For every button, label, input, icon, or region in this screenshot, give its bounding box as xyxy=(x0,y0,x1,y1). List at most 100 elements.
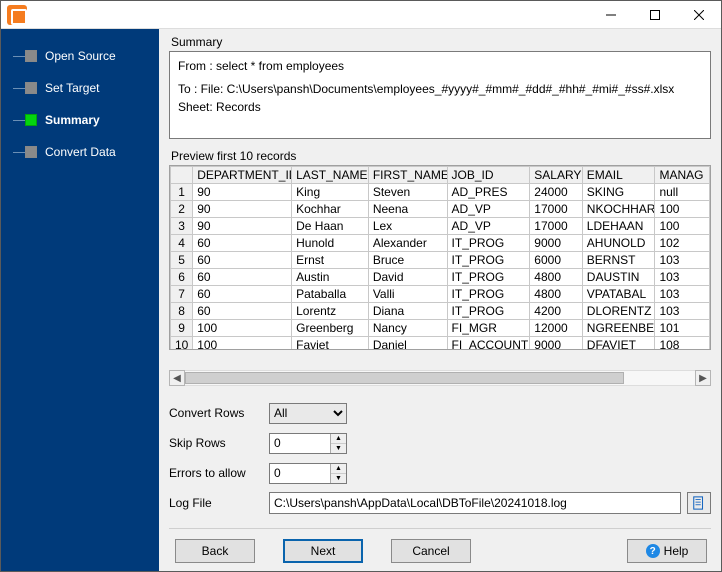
cell[interactable]: 4800 xyxy=(530,269,582,286)
table-row[interactable]: 860LorentzDianaIT_PROG4200DLORENTZ103 xyxy=(171,303,710,320)
cell[interactable]: Lorentz xyxy=(292,303,369,320)
minimize-button[interactable] xyxy=(589,1,633,29)
browse-log-button[interactable] xyxy=(687,492,711,514)
cell[interactable]: 17000 xyxy=(530,218,582,235)
cell[interactable]: De Haan xyxy=(292,218,369,235)
cell[interactable]: 100 xyxy=(193,337,292,351)
cell[interactable]: 24000 xyxy=(530,184,582,201)
spin-up-icon[interactable]: ▲ xyxy=(331,434,346,444)
cell[interactable]: 103 xyxy=(655,269,710,286)
scroll-track[interactable] xyxy=(185,370,695,386)
cell[interactable]: 90 xyxy=(193,184,292,201)
spin-down-icon[interactable]: ▼ xyxy=(331,474,346,483)
cell[interactable]: DFAVIET xyxy=(582,337,655,351)
cell[interactable]: NGREENBE xyxy=(582,320,655,337)
back-button[interactable]: Back xyxy=(175,539,255,563)
column-header[interactable]: JOB_ID xyxy=(447,167,530,184)
cell[interactable]: AD_VP xyxy=(447,218,530,235)
preview-table[interactable]: DEPARTMENT_IDLAST_NAMEFIRST_NAMEJOB_IDSA… xyxy=(169,165,711,350)
cell[interactable]: 9000 xyxy=(530,235,582,252)
cell[interactable]: IT_PROG xyxy=(447,269,530,286)
cancel-button[interactable]: Cancel xyxy=(391,539,471,563)
cell[interactable]: King xyxy=(292,184,369,201)
cell[interactable]: DAUSTIN xyxy=(582,269,655,286)
cell[interactable]: 103 xyxy=(655,286,710,303)
cell[interactable]: NKOCHHAR xyxy=(582,201,655,218)
column-header[interactable]: SALARY xyxy=(530,167,582,184)
help-button[interactable]: ? Help xyxy=(627,539,707,563)
skip-rows-spinner[interactable]: ▲▼ xyxy=(269,433,347,454)
spin-down-icon[interactable]: ▼ xyxy=(331,444,346,453)
table-row[interactable]: 660AustinDavidIT_PROG4800DAUSTIN103 xyxy=(171,269,710,286)
step-convert-data[interactable]: Convert Data xyxy=(13,139,159,165)
cell[interactable]: BERNST xyxy=(582,252,655,269)
table-row[interactable]: 10100FavietDanielFI_ACCOUNT9000DFAVIET10… xyxy=(171,337,710,351)
cell[interactable]: IT_PROG xyxy=(447,235,530,252)
cell[interactable]: Ernst xyxy=(292,252,369,269)
cell[interactable]: Diana xyxy=(368,303,447,320)
cell[interactable]: 90 xyxy=(193,218,292,235)
next-button[interactable]: Next xyxy=(283,539,363,563)
column-header[interactable]: MANAG xyxy=(655,167,710,184)
cell[interactable]: Hunold xyxy=(292,235,369,252)
cell[interactable]: 17000 xyxy=(530,201,582,218)
cell[interactable]: Faviet xyxy=(292,337,369,351)
table-row[interactable]: 9100GreenbergNancyFI_MGR12000NGREENBE101 xyxy=(171,320,710,337)
cell[interactable]: Neena xyxy=(368,201,447,218)
cell[interactable]: VPATABAL xyxy=(582,286,655,303)
maximize-button[interactable] xyxy=(633,1,677,29)
step-summary[interactable]: Summary xyxy=(13,107,159,133)
cell[interactable]: IT_PROG xyxy=(447,303,530,320)
log-file-input[interactable] xyxy=(269,492,681,514)
cell[interactable]: Alexander xyxy=(368,235,447,252)
cell[interactable]: 60 xyxy=(193,303,292,320)
cell[interactable]: IT_PROG xyxy=(447,252,530,269)
table-row[interactable]: 560ErnstBruceIT_PROG6000BERNST103 xyxy=(171,252,710,269)
close-button[interactable] xyxy=(677,1,721,29)
column-header[interactable]: FIRST_NAME xyxy=(368,167,447,184)
cell[interactable]: 100 xyxy=(193,320,292,337)
cell[interactable]: 108 xyxy=(655,337,710,351)
cell[interactable]: Greenberg xyxy=(292,320,369,337)
cell[interactable]: AD_VP xyxy=(447,201,530,218)
cell[interactable]: 60 xyxy=(193,286,292,303)
cell[interactable]: Kochhar xyxy=(292,201,369,218)
table-row[interactable]: 460HunoldAlexanderIT_PROG9000AHUNOLD102 xyxy=(171,235,710,252)
cell[interactable]: 12000 xyxy=(530,320,582,337)
cell[interactable]: 60 xyxy=(193,235,292,252)
cell[interactable]: 6000 xyxy=(530,252,582,269)
errors-allow-spinner[interactable]: ▲▼ xyxy=(269,463,347,484)
cell[interactable]: DLORENTZ xyxy=(582,303,655,320)
cell[interactable]: Austin xyxy=(292,269,369,286)
column-header[interactable]: EMAIL xyxy=(582,167,655,184)
scroll-left-icon[interactable]: ◀ xyxy=(169,370,185,386)
step-set-target[interactable]: Set Target xyxy=(13,75,159,101)
cell[interactable]: 103 xyxy=(655,252,710,269)
cell[interactable]: Nancy xyxy=(368,320,447,337)
cell[interactable]: SKING xyxy=(582,184,655,201)
cell[interactable]: 100 xyxy=(655,201,710,218)
cell[interactable]: David xyxy=(368,269,447,286)
cell[interactable]: 60 xyxy=(193,252,292,269)
cell[interactable]: 100 xyxy=(655,218,710,235)
skip-rows-input[interactable] xyxy=(270,434,330,453)
table-row[interactable]: 190KingStevenAD_PRES24000SKINGnull xyxy=(171,184,710,201)
cell[interactable]: AD_PRES xyxy=(447,184,530,201)
column-header[interactable]: DEPARTMENT_ID xyxy=(193,167,292,184)
cell[interactable]: AHUNOLD xyxy=(582,235,655,252)
cell[interactable]: Lex xyxy=(368,218,447,235)
cell[interactable]: 90 xyxy=(193,201,292,218)
errors-allow-input[interactable] xyxy=(270,464,330,483)
cell[interactable]: 101 xyxy=(655,320,710,337)
step-open-source[interactable]: Open Source xyxy=(13,43,159,69)
cell[interactable]: 102 xyxy=(655,235,710,252)
scroll-right-icon[interactable]: ▶ xyxy=(695,370,711,386)
cell[interactable]: null xyxy=(655,184,710,201)
cell[interactable]: FI_MGR xyxy=(447,320,530,337)
cell[interactable]: 60 xyxy=(193,269,292,286)
cell[interactable]: Steven xyxy=(368,184,447,201)
cell[interactable]: 103 xyxy=(655,303,710,320)
horizontal-scrollbar[interactable]: ◀ ▶ xyxy=(169,370,711,386)
cell[interactable]: Bruce xyxy=(368,252,447,269)
convert-rows-select[interactable]: All xyxy=(269,403,347,424)
